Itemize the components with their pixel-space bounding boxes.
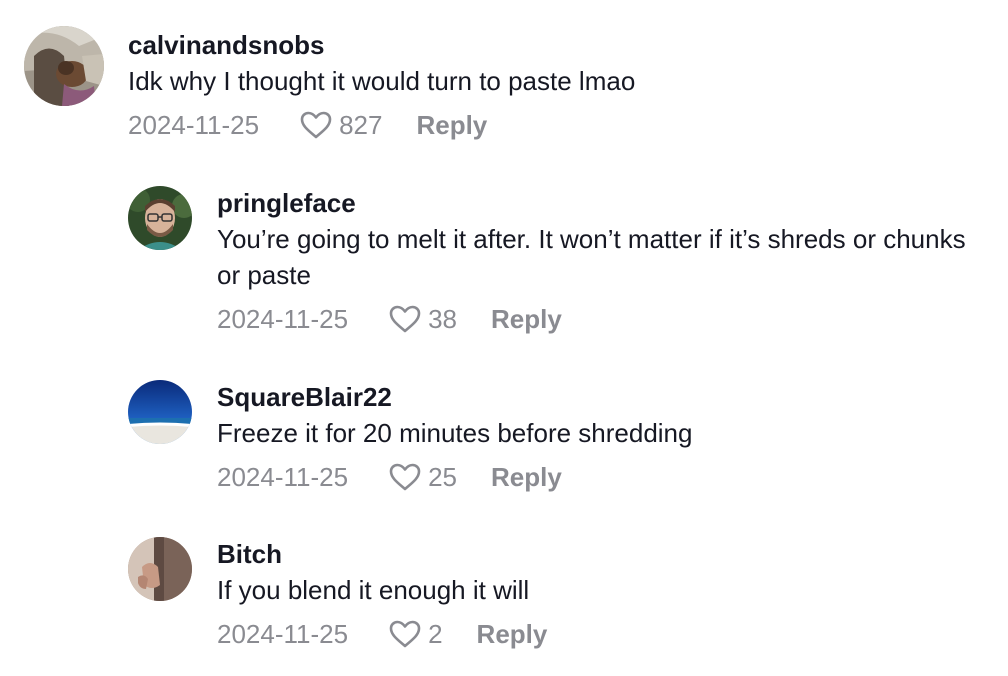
comment-date: 2024-11-25	[217, 618, 349, 649]
like-button[interactable]: 25	[388, 462, 457, 493]
reply-comment: pringleface You’re going to melt it afte…	[128, 186, 998, 336]
comment-text: Idk why I thought it would turn to paste…	[128, 66, 636, 96]
like-button[interactable]: 38	[388, 304, 457, 335]
reply-button[interactable]: Reply	[491, 462, 562, 493]
username[interactable]: calvinandsnobs	[128, 28, 635, 62]
avatar[interactable]	[128, 380, 192, 444]
reply-comment: SquareBlair22 Freeze it for 20 minutes b…	[128, 380, 988, 494]
heart-outline-icon	[389, 305, 421, 333]
comment-body: calvinandsnobs Idk why I thought it woul…	[128, 28, 635, 142]
reply-comment: Bitch If you blend it enough it will 202…	[128, 537, 988, 651]
comment-meta: 2024-11-25 2 Reply	[217, 617, 547, 651]
like-count: 827	[339, 109, 383, 140]
avatar[interactable]	[128, 186, 192, 250]
heart-outline-icon	[389, 463, 421, 491]
username[interactable]: pringleface	[217, 186, 987, 220]
comment-body: SquareBlair22 Freeze it for 20 minutes b…	[217, 380, 692, 494]
comment-body: Bitch If you blend it enough it will 202…	[217, 537, 547, 651]
heart-outline-icon	[300, 111, 332, 139]
username[interactable]: SquareBlair22	[217, 380, 692, 414]
heart-outline-icon	[389, 620, 421, 648]
comment-date: 2024-11-25	[217, 461, 349, 492]
comment: calvinandsnobs Idk why I thought it woul…	[24, 26, 984, 142]
comment-text: You’re going to melt it after. It won’t …	[217, 224, 966, 290]
comment-meta: 2024-11-25 38 Reply	[217, 302, 987, 336]
reply-button[interactable]: Reply	[477, 619, 548, 650]
comment-date: 2024-11-25	[217, 303, 349, 334]
avatar-image-bitch	[128, 537, 192, 601]
reply-button[interactable]: Reply	[416, 110, 487, 141]
reply-button[interactable]: Reply	[491, 304, 562, 335]
username[interactable]: Bitch	[217, 537, 547, 571]
comment-meta: 2024-11-25 827 Reply	[128, 108, 635, 142]
avatar-image-squareblair22	[128, 380, 192, 444]
avatar[interactable]	[128, 537, 192, 601]
like-count: 2	[428, 618, 443, 649]
like-count: 25	[428, 461, 457, 492]
avatar-image-pringleface	[128, 186, 192, 250]
like-button[interactable]: 827	[299, 110, 382, 141]
like-button[interactable]: 2	[388, 618, 443, 650]
comment-text: Freeze it for 20 minutes before shreddin…	[217, 418, 693, 448]
avatar[interactable]	[24, 26, 104, 106]
comment-body: pringleface You’re going to melt it afte…	[217, 186, 987, 336]
comment-meta: 2024-11-25 25 Reply	[217, 460, 692, 494]
avatar-image-calvinandsnobs	[24, 26, 104, 106]
like-count: 38	[428, 303, 457, 334]
comment-text: If you blend it enough it will	[217, 575, 530, 605]
comment-date: 2024-11-25	[128, 109, 260, 140]
